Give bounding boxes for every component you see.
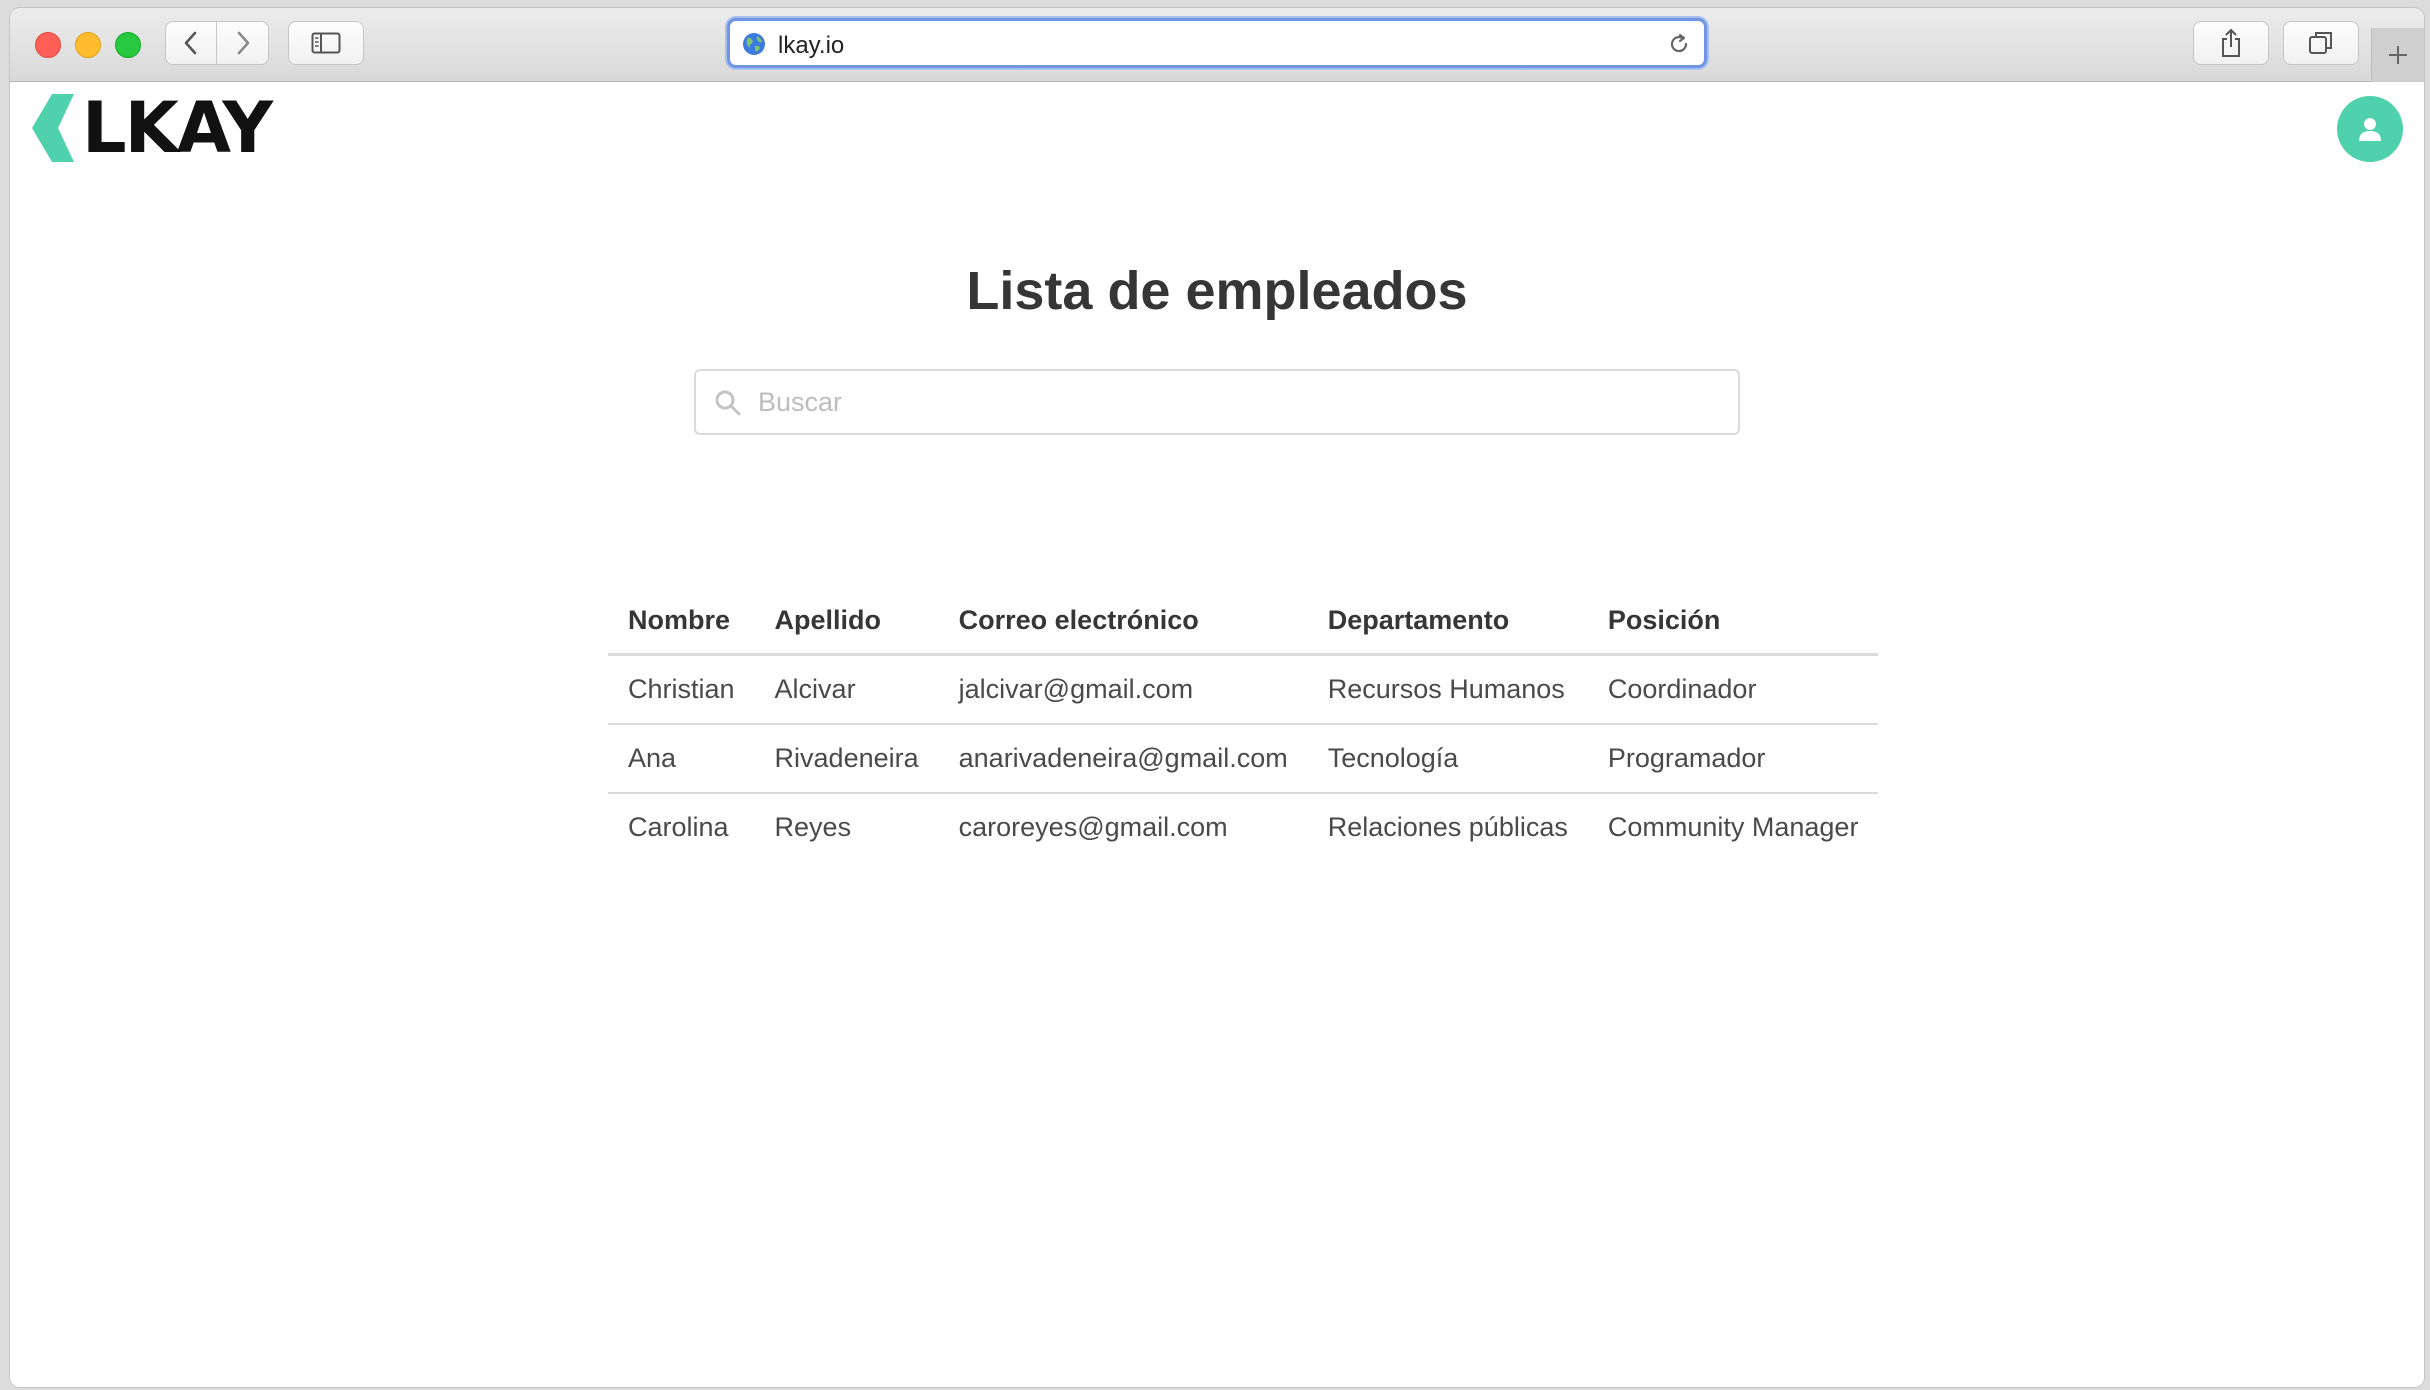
address-bar[interactable]: lkay.io: [727, 18, 1707, 68]
globe-icon: [743, 33, 765, 55]
cell-posicion: Community Manager: [1607, 812, 1859, 842]
chevron-right-icon: [237, 31, 249, 55]
employees-table: Nombre Apellido Correo electrónico Depar…: [608, 587, 1879, 861]
address-url: lkay.io: [778, 32, 845, 59]
user-icon: [2359, 118, 2381, 141]
cell-departamento: Recursos Humanos: [1307, 654, 1588, 725]
search-box: [694, 369, 1740, 435]
plus-icon: [2389, 46, 2407, 64]
column-header-posicion: Posición: [1587, 587, 1879, 656]
search-input[interactable]: [758, 371, 1718, 433]
cell-apellido: Reyes: [774, 812, 852, 842]
page-title: Lista de empleados: [966, 261, 1468, 321]
cell-correo: anarivadeneira@gmail.com: [938, 724, 1308, 794]
navigation-buttons: [165, 21, 269, 65]
chevron-left-icon: [184, 31, 197, 55]
reload-icon[interactable]: [1666, 31, 1692, 57]
cell-correo: caroreyes@gmail.com: [958, 812, 1228, 842]
cell-departamento: Tecnología: [1307, 724, 1588, 794]
cell-apellido: Rivadeneira: [754, 724, 939, 794]
cell-correo: jalcivar@gmail.com: [938, 654, 1308, 725]
table-row: Ana Rivadeneira anarivadeneira@gmail.com…: [608, 724, 1879, 794]
share-button[interactable]: [2193, 21, 2269, 65]
column-header-correo: Correo electrónico: [938, 587, 1308, 656]
minimize-window-button[interactable]: [75, 32, 101, 58]
cell-departamento: Relaciones públicas: [1327, 812, 1568, 842]
cell-nombre: Carolina: [628, 812, 729, 842]
brand-wordmark: LKAY: [82, 87, 273, 169]
sidebar-toggle-button[interactable]: [288, 21, 364, 65]
cell-posicion: Programador: [1587, 724, 1879, 794]
table-row: Carolina Reyes caroreyes@gmail.com Relac…: [608, 793, 1878, 861]
close-window-button[interactable]: [35, 32, 61, 58]
search-icon: [715, 390, 741, 416]
show-tabs-button[interactable]: [2283, 21, 2359, 65]
table-row: Christian Alcivar jalcivar@gmail.com Rec…: [608, 654, 1879, 725]
column-header-apellido: Apellido: [754, 587, 939, 656]
cell-nombre: Christian: [608, 654, 755, 725]
cell-nombre: Ana: [608, 724, 755, 794]
column-header-nombre: Nombre: [608, 587, 755, 656]
brand-logo[interactable]: LKAY: [28, 87, 273, 169]
back-button[interactable]: [165, 21, 217, 65]
zoom-window-button[interactable]: [115, 32, 141, 58]
cell-posicion: Coordinador: [1587, 654, 1879, 725]
logo-mark-icon: [32, 94, 74, 162]
page-content: LKAY Lista de empleados Nombre Apellido …: [10, 82, 2424, 1387]
cell-apellido: Alcivar: [754, 654, 939, 725]
browser-window: lkay.io LKAY Lista de empleados Buscar N…: [10, 8, 2424, 1387]
table-header-row: Nombre Apellido Correo electrónico Depar…: [608, 587, 1879, 656]
forward-button[interactable]: [217, 21, 269, 65]
tabs-icon: [2309, 32, 2332, 54]
user-avatar-button[interactable]: [2337, 96, 2403, 162]
browser-toolbar: lkay.io: [10, 8, 2424, 82]
new-tab-button[interactable]: [2371, 28, 2424, 82]
sidebar-icon: [311, 32, 341, 54]
column-header-departamento: Departamento: [1307, 587, 1588, 656]
share-icon: [2222, 28, 2240, 57]
